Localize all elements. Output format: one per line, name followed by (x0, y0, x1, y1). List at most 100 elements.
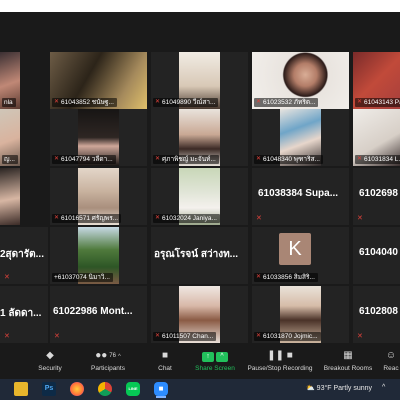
video-gallery: nla ✕ 61043852 ชนัษฐ... ✕ 61049890 วีณ์สา.… (0, 12, 400, 346)
participant-name-large: 1 ลัดดา... (0, 308, 42, 319)
mic-muted-icon: ✕ (357, 333, 363, 340)
share-screen-button[interactable]: ↑ ^ Share Screen (190, 349, 240, 372)
weather-widget[interactable]: ⛅ 93°F Partly sunny (306, 384, 372, 392)
participant-name: ญ... (2, 155, 18, 164)
participant-tile[interactable]: ✕61043143 Pat... (353, 52, 400, 109)
participant-tile[interactable]: 61038384 Supa... ✕ (252, 168, 349, 225)
participant-tile[interactable]: 6102698... ✕ (353, 168, 400, 225)
recording-label: Pause/Stop Recording (247, 365, 313, 372)
participant-tile[interactable]: ✕ 61043852 ชนัษฐ... (50, 52, 147, 109)
reactions-label: Reac (383, 365, 399, 372)
participant-tile[interactable]: 6102808... ✕ (353, 286, 400, 343)
share-screen-icon: ↑ (202, 352, 214, 362)
participant-name: ✕ 61023532 ภัทริด... (254, 98, 319, 107)
zoom-icon[interactable]: ■ (154, 382, 168, 398)
mic-muted-icon: ✕ (357, 215, 363, 222)
chat-button[interactable]: ■ Chat (148, 349, 182, 372)
participant-tile[interactable]: +61037074 นิมาวิ... (50, 227, 147, 284)
participant-tile[interactable]: 2สุดารัต... ✕ (0, 227, 48, 284)
breakout-rooms-label: Breakout Rooms (323, 365, 373, 372)
photoshop-icon[interactable]: Ps (42, 382, 56, 396)
participant-tile[interactable]: ✕ ศุภาพิชญ์ มะจันท์... (151, 109, 248, 166)
participant-tile[interactable]: 6104040... (353, 227, 400, 284)
participant-tile[interactable]: nla (0, 52, 20, 109)
participant-name: nla (2, 98, 16, 107)
reactions-button[interactable]: ☺ Reac (382, 349, 400, 372)
participant-tile[interactable]: 1 ลัดดา... ✕ (0, 286, 48, 343)
participant-name-large: 61038384 Supa... (258, 188, 339, 199)
participant-tile[interactable]: อรุณโรจน์ สว่างท... (151, 227, 248, 284)
participant-name: ✕ 61016571 ศรัญพร... (52, 214, 122, 223)
participant-tile[interactable]: ✕ 61031834 L... (353, 109, 400, 166)
participant-name: ✕ 61011507 Chan... (153, 332, 217, 341)
share-screen-label: Share Screen (195, 365, 235, 372)
weather-text: 93°F Partly sunny (316, 385, 372, 392)
line-app-icon[interactable]: LINE (126, 382, 140, 396)
participant-name: ✕ 61033856 สิมสิริ... (254, 273, 318, 282)
participants-button[interactable]: ●● 76 ^ Participants (82, 349, 134, 372)
file-explorer-icon[interactable] (14, 382, 28, 396)
mic-muted-icon: ✕ (256, 215, 262, 222)
participant-tile[interactable]: ญ... (0, 109, 20, 166)
mic-muted-icon: ✕ (256, 99, 262, 105)
participant-tile[interactable] (0, 168, 20, 225)
participant-name: +61037074 นิมาวิ... (52, 273, 113, 282)
participant-name: ✕ 61047794 วลีดา... (52, 155, 116, 164)
participant-tile[interactable]: K ✕ 61033856 สิมสิริ... (252, 227, 349, 284)
participant-name: ✕ ศุภาพิชญ์ มะจันท์... (153, 155, 219, 164)
mic-muted-icon: ✕ (155, 333, 161, 339)
participant-name-large: 2สุดารัต... (0, 249, 44, 260)
chat-label: Chat (158, 365, 172, 372)
mic-muted-icon: ✕ (155, 99, 161, 105)
cloud-sun-icon: ⛅ (306, 385, 315, 392)
chevron-up-icon: ^ (117, 354, 121, 360)
chevron-up-icon[interactable]: ^ (382, 384, 385, 391)
participant-tile[interactable]: ✕ 61031870 Jojmic... (252, 286, 349, 343)
participant-name: ✕ 61031870 Jojmic... (254, 332, 321, 341)
participant-name-large: 6102808... (359, 306, 398, 317)
participant-name: ✕ 61049890 วีณ์สา... (153, 98, 219, 107)
avatar: K (279, 233, 311, 265)
mic-muted-icon: ✕ (54, 99, 60, 105)
mic-muted-icon: ✕ (155, 156, 161, 162)
chevron-up-icon: ^ (216, 352, 228, 362)
participant-tile[interactable]: ✕ 61048340 พุฑาริส... (252, 109, 349, 166)
participant-tile[interactable]: ✕ 61011507 Chan... (151, 286, 248, 343)
participants-label: Participants (91, 365, 125, 372)
mic-muted-icon: ✕ (4, 333, 10, 340)
active-app-indicator (156, 396, 166, 398)
chrome-icon[interactable] (98, 382, 112, 396)
participant-name-large: อรุณโรจน์ สว่างท... (154, 249, 239, 260)
mic-muted-icon: ✕ (357, 99, 363, 105)
participant-name-large: 6104040... (359, 247, 398, 258)
mic-muted-icon: ✕ (54, 215, 60, 221)
participant-tile[interactable]: ✕ 61016571 ศรัญพร... (50, 168, 147, 225)
mic-muted-icon: ✕ (256, 156, 262, 162)
participant-tile[interactable]: 61022986 Mont... ✕ (50, 286, 147, 343)
chat-icon: ■ (161, 350, 169, 361)
participant-name: ✕ 61032024 Janiya... (153, 214, 220, 223)
shield-icon: ◆ (46, 350, 54, 361)
security-button[interactable]: ◆ Security (30, 349, 70, 372)
participant-tile[interactable]: ✕ 61023532 ภัทริด... (252, 52, 349, 109)
mic-muted-icon: ✕ (256, 333, 262, 339)
security-label: Security (38, 365, 62, 372)
mic-muted-icon: ✕ (4, 274, 10, 281)
recording-button[interactable]: ❚❚ ■ Pause/Stop Recording (244, 349, 316, 372)
mic-muted-icon: ✕ (155, 215, 161, 221)
participants-icon: ●● (95, 350, 108, 361)
participant-name: ✕61043143 Pat... (355, 98, 400, 107)
grid-icon: ▦ (343, 350, 353, 361)
pause-stop-icon: ❚❚ ■ (267, 350, 293, 361)
participant-tile[interactable]: ✕ 61049890 วีณ์สา... (151, 52, 248, 109)
participants-count: 76 (109, 353, 116, 359)
os-taskbar: Ps LINE ■ ⛅ 93°F Partly sunny ^ (0, 379, 400, 400)
mic-muted-icon: ✕ (54, 156, 60, 162)
breakout-rooms-button[interactable]: ▦ Breakout Rooms (320, 349, 376, 372)
firefox-icon[interactable] (70, 382, 84, 396)
meeting-toolbar: ◆ Security ●● 76 ^ Participants ■ Chat ↑ ^ … (0, 346, 400, 379)
mic-muted-icon: ✕ (357, 156, 363, 162)
mic-muted-icon: ✕ (54, 333, 60, 340)
participant-tile[interactable]: ✕ 61032024 Janiya... (151, 168, 248, 225)
participant-tile[interactable]: ✕ 61047794 วลีดา... (50, 109, 147, 166)
